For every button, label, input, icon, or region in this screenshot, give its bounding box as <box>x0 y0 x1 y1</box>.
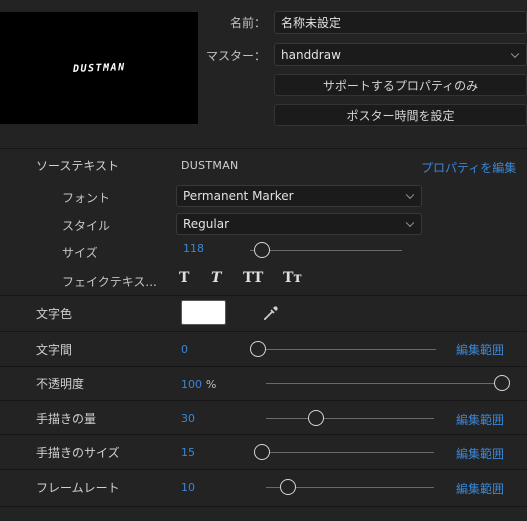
size-value[interactable]: 118 <box>183 242 204 255</box>
chevron-down-icon <box>405 190 415 200</box>
font-label: フォント <box>62 191 111 205</box>
supported-properties-label: サポートするプロパティのみ <box>322 78 479 93</box>
text-color-swatch[interactable] <box>181 300 226 325</box>
source-text-label: ソーステキスト <box>36 159 120 173</box>
name-field[interactable]: 名称未設定 <box>274 11 527 34</box>
handdraw-amount-value[interactable]: 30 <box>181 412 195 425</box>
master-label: マスター： <box>205 49 266 63</box>
opacity-value-group[interactable]: 100 % <box>181 377 216 391</box>
font-dropdown[interactable]: Permanent Marker <box>176 185 422 207</box>
opacity-unit: % <box>205 378 217 391</box>
faux-italic-button[interactable]: T <box>211 270 221 286</box>
handdraw-size-slider-track[interactable] <box>262 452 434 453</box>
handdraw-amount-slider-track[interactable] <box>266 418 434 419</box>
handdraw-size-slider-knob[interactable] <box>254 444 270 460</box>
edit-properties-link[interactable]: プロパティを編集 <box>421 159 516 176</box>
style-dropdown[interactable]: Regular <box>176 213 422 235</box>
handdraw-size-label: 手描きのサイズ <box>36 446 120 460</box>
chevron-down-icon <box>405 218 415 228</box>
divider <box>0 148 527 149</box>
style-label: スタイル <box>62 219 111 233</box>
divider <box>0 366 527 367</box>
size-slider-track[interactable] <box>250 250 402 251</box>
preview-thumbnail: DUSTMAN <box>0 12 198 124</box>
text-color-label: 文字色 <box>36 307 73 321</box>
divider <box>0 331 527 332</box>
font-value: Permanent Marker <box>183 189 294 203</box>
divider <box>0 469 527 470</box>
opacity-slider-track[interactable] <box>266 383 502 384</box>
preview-text: DUSTMAN <box>72 61 126 75</box>
small-caps-button[interactable]: Tт <box>283 270 302 286</box>
name-value: 名称未設定 <box>281 16 342 30</box>
poster-time-label: ポスター時間を設定 <box>346 108 455 123</box>
source-text-value[interactable]: DUSTMAN <box>181 159 239 172</box>
set-poster-time-button[interactable]: ポスター時間を設定 <box>274 104 527 126</box>
master-value: handdraw <box>281 47 341 62</box>
divider <box>0 295 527 296</box>
size-label: サイズ <box>62 246 98 260</box>
handdraw-size-range-link[interactable]: 編集範囲 <box>456 445 504 462</box>
style-value: Regular <box>183 217 230 231</box>
frame-rate-slider-knob[interactable] <box>279 479 296 495</box>
tracking-label: 文字間 <box>36 343 73 357</box>
tracking-slider-track[interactable] <box>258 349 436 350</box>
supported-properties-button[interactable]: サポートするプロパティのみ <box>274 74 527 96</box>
chevron-down-icon <box>510 49 520 58</box>
divider <box>0 434 527 435</box>
frame-rate-value[interactable]: 10 <box>181 481 195 494</box>
handdraw-amount-slider-knob[interactable] <box>308 410 325 426</box>
tracking-range-link[interactable]: 編集範囲 <box>456 341 504 358</box>
all-caps-button[interactable]: TT <box>243 270 263 286</box>
fake-style-label: フェイクテキス... <box>62 275 157 289</box>
opacity-value: 100 <box>181 378 202 391</box>
faux-bold-button[interactable]: T <box>179 270 189 286</box>
divider <box>0 506 527 507</box>
handdraw-amount-label: 手描きの量 <box>36 412 97 426</box>
opacity-label: 不透明度 <box>36 377 85 391</box>
opacity-slider-knob[interactable] <box>494 375 510 391</box>
name-label: 名前： <box>229 16 266 30</box>
frame-rate-range-link[interactable]: 編集範囲 <box>456 480 504 497</box>
frame-rate-label: フレームレート <box>36 481 120 495</box>
tracking-slider-knob[interactable] <box>250 341 266 357</box>
handdraw-size-value[interactable]: 15 <box>181 446 195 459</box>
handdraw-amount-range-link[interactable]: 編集範囲 <box>456 411 504 428</box>
master-dropdown[interactable]: handdraw <box>274 43 527 66</box>
tracking-value[interactable]: 0 <box>181 343 188 356</box>
divider <box>0 400 527 401</box>
eyedropper-icon[interactable] <box>262 304 280 322</box>
size-slider-knob[interactable] <box>254 242 271 258</box>
